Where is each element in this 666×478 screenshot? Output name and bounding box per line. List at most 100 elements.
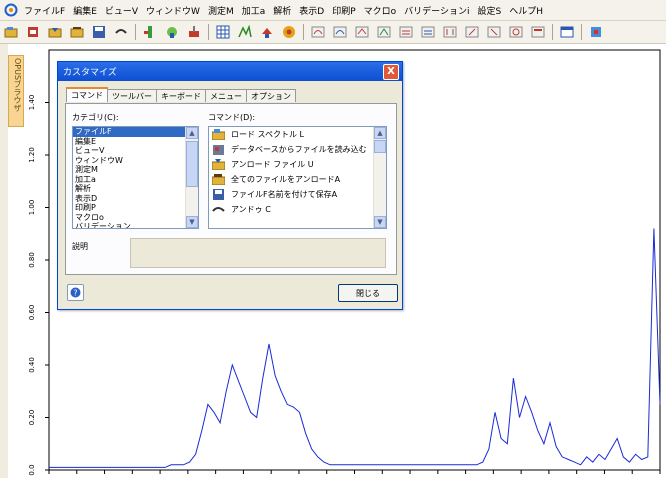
command-item[interactable]: アンロード ファイル U bbox=[209, 157, 386, 172]
category-item[interactable]: 表示D bbox=[73, 194, 198, 204]
menu-item[interactable]: ヘルプH bbox=[505, 4, 547, 17]
category-item[interactable]: マクロo bbox=[73, 213, 198, 223]
process-icon-11[interactable] bbox=[530, 24, 546, 40]
menu-item[interactable]: 解析 bbox=[269, 4, 295, 17]
tab-menu[interactable]: メニュー bbox=[205, 89, 247, 102]
category-item[interactable]: ウィンドウW bbox=[73, 156, 198, 166]
unload-all-icon bbox=[211, 174, 225, 186]
dialog-title-bar[interactable]: カスタマイズ X bbox=[58, 62, 402, 81]
database-icon bbox=[211, 144, 225, 156]
menu-item[interactable]: 印刷P bbox=[328, 4, 359, 17]
process-icon-6[interactable] bbox=[420, 24, 436, 40]
category-item[interactable]: バリデーション bbox=[73, 222, 198, 228]
settings-icon[interactable] bbox=[588, 24, 604, 40]
sample-tool-icon[interactable] bbox=[186, 24, 202, 40]
unload-all-icon[interactable] bbox=[69, 24, 85, 40]
category-item[interactable]: 編集E bbox=[73, 137, 198, 147]
process-icon-4[interactable] bbox=[376, 24, 392, 40]
description-label: 説明 bbox=[72, 242, 88, 251]
command-item[interactable]: ロード スペクトル L bbox=[209, 127, 386, 142]
scroll-down-icon[interactable]: ▼ bbox=[374, 216, 386, 228]
sample-icon[interactable] bbox=[164, 24, 180, 40]
process-icon-9[interactable] bbox=[486, 24, 502, 40]
category-listbox[interactable]: ファイルF 編集E ビューV ウィンドウW 測定M 加工a 解析 表示D 印刷P マクロo バリデー… bbox=[72, 126, 199, 229]
menu-items: ファイルF 編集E ビューV ウィンドウW 測定M 加工a 解析 表示D 印刷P マクロo バリデー… bbox=[20, 4, 547, 17]
y-tick-label: 0.80 bbox=[28, 252, 36, 268]
help-icon: ? bbox=[70, 287, 81, 298]
command-item-label: ファイルF名前を付けて保存A bbox=[231, 190, 338, 199]
command-item-label: アンドゥ C bbox=[231, 205, 271, 214]
save-icon[interactable] bbox=[91, 24, 107, 40]
left-panel-strip bbox=[0, 44, 8, 478]
grid-icon[interactable] bbox=[215, 24, 231, 40]
tab-toolbar[interactable]: ツールバー bbox=[107, 89, 157, 102]
command-item[interactable]: ファイルF名前を付けて保存A bbox=[209, 187, 386, 202]
undo-icon[interactable] bbox=[113, 24, 129, 40]
arrow-icon[interactable] bbox=[259, 24, 275, 40]
command-item-label: データベースからファイルを読み込む bbox=[231, 145, 367, 154]
unload-icon[interactable] bbox=[47, 24, 63, 40]
menu-item[interactable]: 測定M bbox=[204, 4, 238, 17]
toolbar-separator bbox=[552, 24, 553, 40]
category-item[interactable]: 測定M bbox=[73, 165, 198, 175]
command-scrollbar[interactable]: ▲ ▼ bbox=[373, 127, 386, 228]
command-item[interactable]: データベースからファイルを読み込む bbox=[209, 142, 386, 157]
tab-keyboard[interactable]: キーボード bbox=[156, 89, 206, 102]
menu-item[interactable]: 表示D bbox=[295, 4, 328, 17]
scroll-down-icon[interactable]: ▼ bbox=[186, 216, 198, 228]
target-icon[interactable] bbox=[281, 24, 297, 40]
window-icon[interactable] bbox=[559, 24, 575, 40]
y-tick-label: 0.0 bbox=[28, 464, 36, 475]
menu-item[interactable]: 編集E bbox=[69, 4, 101, 17]
description-box bbox=[130, 238, 386, 268]
command-item-label: ロード スペクトル L bbox=[231, 130, 304, 139]
scroll-thumb[interactable] bbox=[186, 141, 198, 187]
process-icon-2[interactable] bbox=[332, 24, 348, 40]
menu-bar: ファイルF 編集E ビューV ウィンドウW 測定M 加工a 解析 表示D 印刷P マクロo バリデー… bbox=[0, 0, 666, 21]
svg-text:?: ? bbox=[73, 289, 77, 298]
y-tick-label: 1.00 bbox=[28, 200, 36, 216]
load-spectrum-icon bbox=[211, 129, 225, 141]
process-icon-7[interactable] bbox=[442, 24, 458, 40]
menu-item[interactable]: マクロo bbox=[360, 4, 401, 17]
database-icon[interactable] bbox=[25, 24, 41, 40]
help-button[interactable]: ? bbox=[67, 284, 84, 301]
process-icon-8[interactable] bbox=[464, 24, 480, 40]
category-item[interactable]: 解析 bbox=[73, 184, 198, 194]
process-icon-3[interactable] bbox=[354, 24, 370, 40]
unload-icon bbox=[211, 159, 225, 171]
dialog-title: カスタマイズ bbox=[63, 68, 117, 78]
scroll-up-icon[interactable]: ▲ bbox=[186, 127, 198, 139]
menu-item[interactable]: ファイルF bbox=[20, 4, 69, 17]
tab-options[interactable]: オプション bbox=[246, 89, 296, 102]
category-scrollbar[interactable]: ▲ ▼ bbox=[185, 127, 198, 228]
category-item[interactable]: 加工a bbox=[73, 175, 198, 185]
close-button[interactable]: 閉じる bbox=[338, 284, 398, 302]
open-icon[interactable] bbox=[3, 24, 19, 40]
command-listbox[interactable]: ロード スペクトル L データベースからファイルを読み込むアンロード ファイル U… bbox=[208, 126, 387, 229]
menu-item[interactable]: バリデーションi bbox=[400, 4, 473, 17]
process-icon-10[interactable] bbox=[508, 24, 524, 40]
category-item[interactable]: ビューV bbox=[73, 146, 198, 156]
menu-item[interactable]: 加工a bbox=[238, 4, 270, 17]
command-item[interactable]: アンドゥ C bbox=[209, 202, 386, 217]
category-item[interactable]: ファイルF bbox=[73, 127, 198, 137]
command-item[interactable]: 全てのファイルをアンロードA bbox=[209, 172, 386, 187]
undo-icon bbox=[211, 204, 225, 216]
menu-item[interactable]: ビューV bbox=[101, 4, 142, 17]
close-icon[interactable]: X bbox=[383, 64, 399, 80]
toolbar-separator bbox=[135, 24, 136, 40]
peak-icon[interactable] bbox=[237, 24, 253, 40]
category-label: カテゴリ(C): bbox=[72, 113, 119, 122]
scroll-up-icon[interactable]: ▲ bbox=[374, 127, 386, 139]
tab-commands[interactable]: コマンド bbox=[66, 87, 108, 102]
scroll-thumb[interactable] bbox=[374, 140, 386, 153]
command-label: コマンド(D): bbox=[208, 113, 256, 122]
measure-icon[interactable] bbox=[142, 24, 158, 40]
category-item[interactable]: 印刷P bbox=[73, 203, 198, 213]
menu-item[interactable]: 設定S bbox=[473, 4, 505, 17]
menu-item[interactable]: ウィンドウW bbox=[142, 4, 204, 17]
process-icon-1[interactable] bbox=[310, 24, 326, 40]
process-icon-5[interactable] bbox=[398, 24, 414, 40]
opus-browser-tab[interactable]: OPUSブラウザ bbox=[8, 55, 24, 127]
